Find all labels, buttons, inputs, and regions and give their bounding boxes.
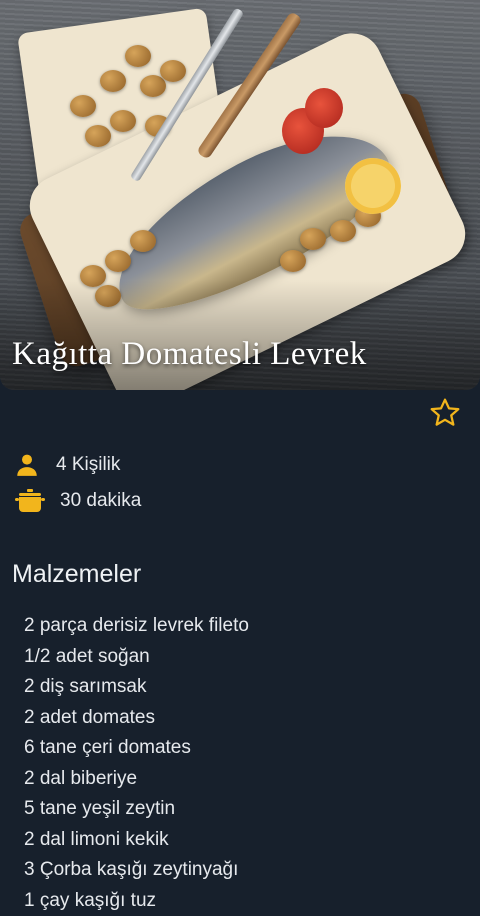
star-outline-icon (428, 396, 462, 430)
potato (140, 75, 166, 97)
ingredient-item: 2 dal biberiye (24, 764, 249, 795)
duration-text: 30 dakika (60, 490, 141, 512)
ingredient-item: 6 tane çeri domates (24, 733, 249, 764)
ingredients-heading: Malzemeler (12, 560, 141, 589)
ingredient-item: 2 diş sarımsak (24, 672, 249, 703)
servings-row: 4 Kişilik (14, 452, 120, 478)
ingredient-item: 5 tane yeşil zeytin (24, 794, 249, 825)
tomato (305, 88, 343, 128)
person-icon (14, 452, 40, 478)
potato (110, 110, 136, 132)
potato (330, 220, 356, 242)
hero-gradient (0, 280, 480, 390)
cooking-pot-icon (14, 488, 46, 514)
potato (125, 45, 151, 67)
ingredients-list: 2 parça derisiz levrek fileto1/2 adet so… (24, 611, 249, 916)
potato (100, 70, 126, 92)
potato (130, 230, 156, 252)
recipe-title: Kağıtta Domatesli Levrek (12, 336, 367, 373)
potato (85, 125, 111, 147)
ingredient-item: 3 Çorba kaşığı zeytinyağı (24, 855, 249, 886)
recipe-hero-image: Kağıtta Domatesli Levrek (0, 0, 480, 390)
potato (70, 95, 96, 117)
potato (160, 60, 186, 82)
favorite-button[interactable] (426, 394, 464, 432)
ingredient-item: 2 parça derisiz levrek fileto (24, 611, 249, 642)
potato (105, 250, 131, 272)
ingredient-item: 1 çay kaşığı tuz (24, 886, 249, 916)
duration-row: 30 dakika (14, 488, 141, 514)
potato (300, 228, 326, 250)
ingredient-item: 2 adet domates (24, 703, 249, 734)
servings-text: 4 Kişilik (56, 454, 120, 476)
ingredient-item: 2 dal limoni kekik (24, 825, 249, 856)
lemon-slice (345, 158, 401, 214)
ingredient-item: 1/2 adet soğan (24, 642, 249, 673)
potato (280, 250, 306, 272)
